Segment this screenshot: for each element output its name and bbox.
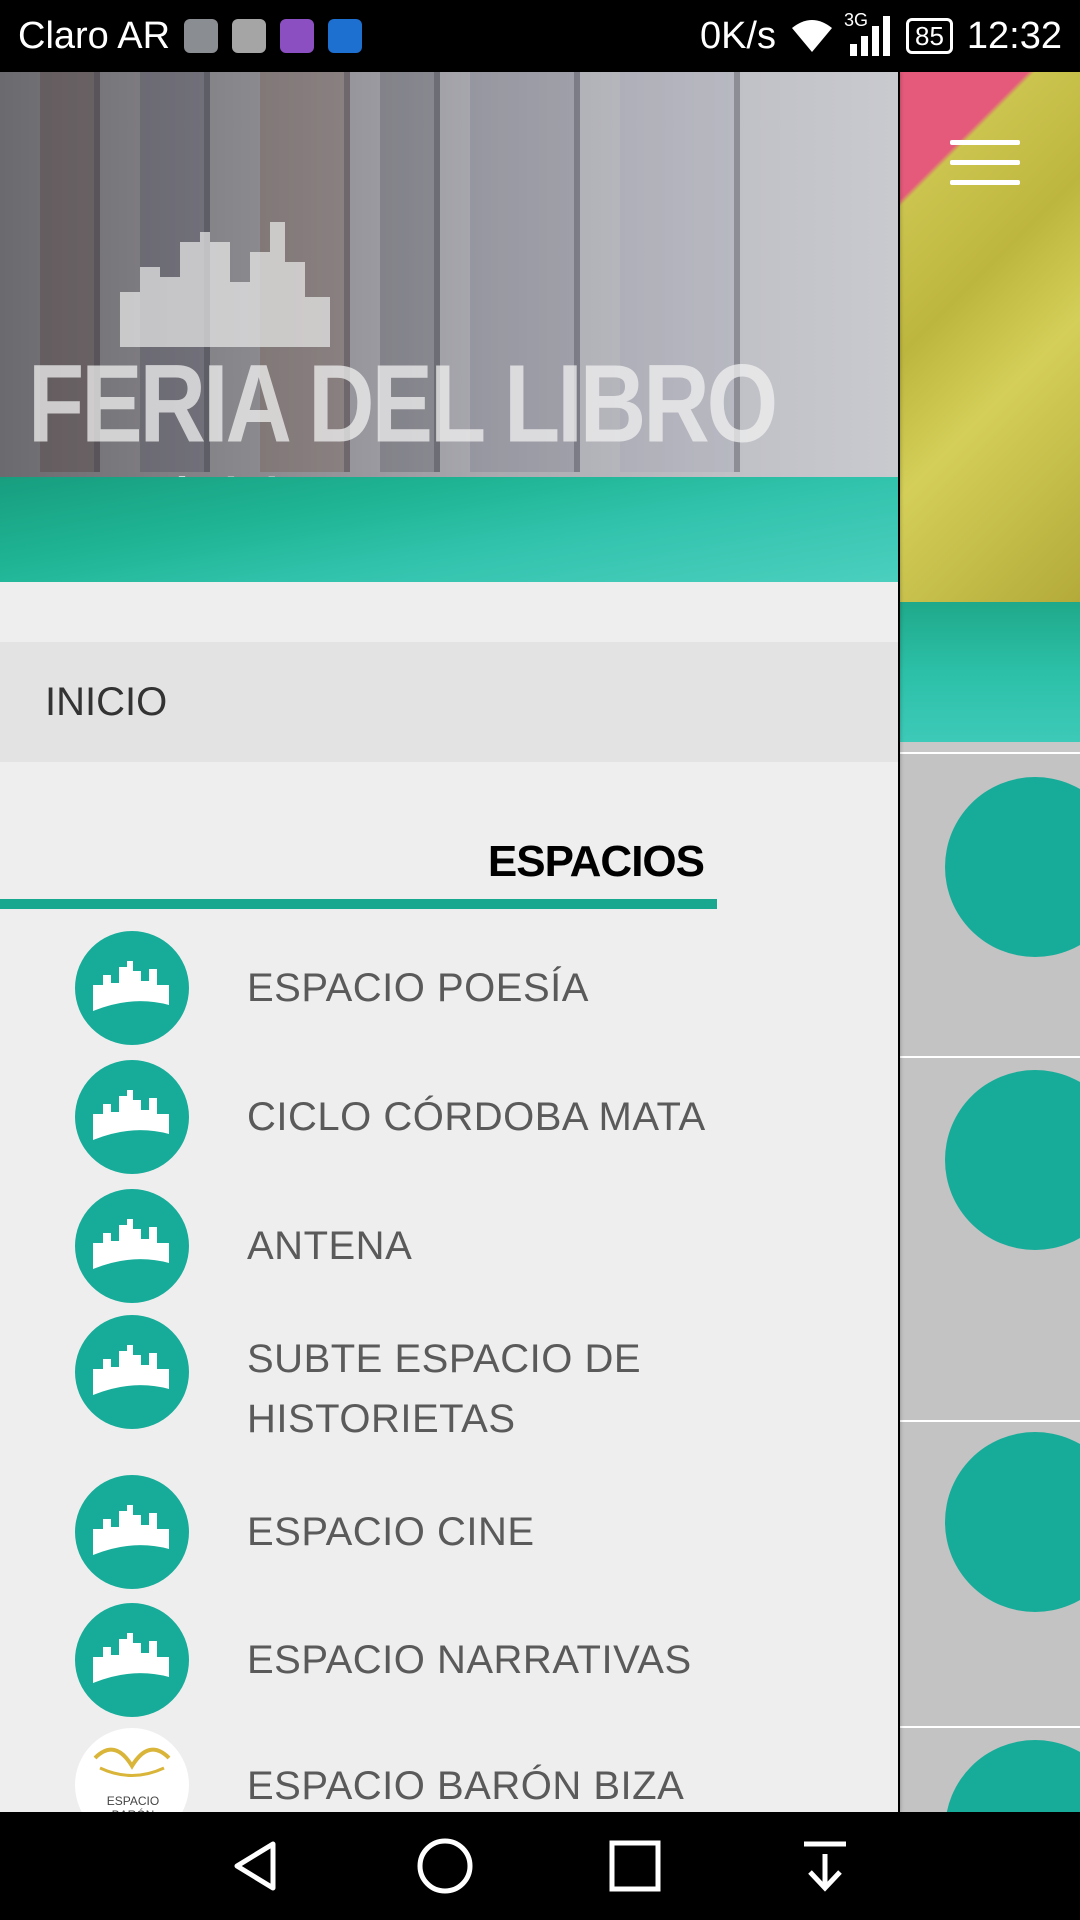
home-icon[interactable] [410,1831,480,1901]
content-header-band [900,602,1080,742]
system-navigation-bar [0,1812,1080,1920]
section-title-espacios: ESPACIOS [487,837,705,886]
feria-logo-title: FERIA DEL LIBRO [28,343,778,466]
skyline-icon [75,1189,189,1303]
drawer-item-label: SUBTE ESPACIO DE HISTORIETAS [247,1337,642,1441]
battery-indicator: 85 [905,18,953,54]
drawer-item-label: ESPACIO BARÓN BIZA [247,1764,685,1808]
content-card[interactable] [900,752,1080,1056]
drawer-item-espacio-narrativas[interactable]: ESPACIO NARRATIVAS [0,1602,898,1718]
skyline-icon [945,1070,1080,1250]
drawer-item-antena[interactable]: ANTENA [0,1188,898,1304]
drawer-header: FERIA DEL LIBRO Córdoba 2016 [0,72,898,582]
skyline-icon [945,1432,1080,1612]
drawer-item-inicio[interactable]: INICIO [0,642,898,762]
main-content [900,72,1080,1812]
drawer-item-label: ESPACIO POESÍA [247,966,589,1010]
feria-skyline-logo [120,222,330,347]
recents-icon[interactable] [600,1831,670,1901]
skyline-icon [75,1475,189,1589]
skyline-icon [75,1060,189,1174]
drawer-item-label: ESPACIO CINE [247,1510,535,1554]
baron-biza-logo: ESPACIO BARÓN [75,1728,189,1812]
drawer-item-label: ANTENA [247,1224,413,1268]
skyline-icon [75,931,189,1045]
clock-notification-icon [184,19,219,53]
carrier-label: Claro AR [18,14,171,57]
notification-pulldown-icon[interactable] [790,1831,860,1901]
signal-icon: 3G [844,10,892,56]
drawer-item-subte-espacio-de-historietas[interactable]: SUBTE ESPACIO DE HISTORIETAS [0,1315,898,1465]
skyline-icon [945,1740,1080,1812]
skyline-icon [75,1603,189,1717]
section-divider [0,899,717,909]
hamburger-icon[interactable] [950,140,1020,186]
back-icon[interactable] [220,1831,290,1901]
gallery-notification-icon [280,19,315,53]
navigation-drawer: FERIA DEL LIBRO Córdoba 2016 INICIO ESPA… [0,72,898,1812]
content-card[interactable] [900,1420,1080,1726]
content-card[interactable] [900,1056,1080,1420]
drawer-item-ciclo-cordoba-mata[interactable]: CICLO CÓRDOBA MATA [0,1059,898,1175]
drawer-item-label: INICIO [45,679,168,724]
status-bar: Claro AR 0K/s 3G 85 12:32 [0,0,1080,72]
drawer-item-espacio-poesia[interactable]: ESPACIO POESÍA [0,930,898,1046]
network-type-label: 3G [843,10,868,30]
wifi-icon [791,20,832,52]
content-card[interactable] [900,1726,1080,1812]
baron-logo-text: ESPACIO BARÓN [106,1794,160,1812]
drawer-item-label: ESPACIO NARRATIVAS [247,1638,692,1682]
net-speed-label: 0K/s [699,14,776,57]
clock-label: 12:32 [966,14,1062,57]
drawer-item-espacio-baron-biza[interactable]: ESPACIO BARÓN ESPACIO BARÓN BIZA [0,1728,898,1812]
skyline-icon [75,1315,189,1429]
drawer-item-label: CICLO CÓRDOBA MATA [247,1095,706,1139]
skyline-icon [945,777,1080,957]
calendar-notification-icon [232,19,267,53]
sync-notification-icon [328,19,363,53]
drawer-item-espacio-cine[interactable]: ESPACIO CINE [0,1474,898,1590]
header-decorative-band [0,477,898,582]
